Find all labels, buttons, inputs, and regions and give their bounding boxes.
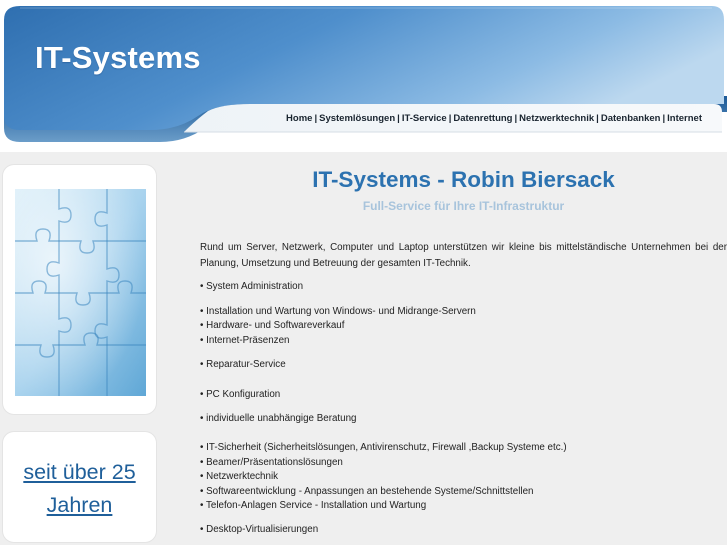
service-item: • System Administration — [200, 281, 304, 292]
site-header: IT-Systems Home | Systemlösungen | IT-Servic… — [0, 0, 727, 150]
nav-datenrettung[interactable]: Datenrettung — [453, 113, 512, 124]
service-item: • PC Konfiguration — [200, 389, 281, 400]
service-item: • Hardware- und Softwareverkauf — [200, 320, 345, 331]
puzzle-image — [15, 189, 146, 396]
service-item: • Telefon-Anlagen Service - Installation… — [200, 500, 427, 511]
site-title: IT-Systems — [35, 40, 201, 75]
service-item: • Netzwerktechnik — [200, 471, 279, 482]
service-item: • Beamer/Präsentationslösungen — [200, 457, 343, 468]
nav-it-service[interactable]: IT-Service — [402, 113, 447, 124]
page-subtitle: Full-Service für Ihre IT-Infrastruktur — [362, 199, 565, 213]
service-item: • individuelle unabhängige Beratung — [200, 413, 357, 424]
service-item: • Reparatur-Service — [200, 359, 286, 370]
nav-separator: | — [596, 113, 599, 124]
nav-internet[interactable]: Internet — [667, 113, 702, 124]
sidebar-years-box: seit über 25 Jahren — [3, 432, 156, 542]
service-item: • Desktop-Virtualisierungen — [200, 524, 319, 535]
sidebar-puzzle-box — [3, 165, 156, 414]
nav-separator: | — [397, 113, 400, 124]
service-item: • Installation und Wartung von Windows- … — [200, 306, 476, 317]
service-item: • Internet-Präsenzen — [200, 335, 290, 346]
main-navigation: Home | Systemlösungen | IT-Service | Datenrett… — [240, 113, 702, 124]
nav-netzwerktechnik[interactable]: Netzwerktechnik — [519, 113, 594, 124]
nav-datenbanken[interactable]: Datenbanken — [601, 113, 661, 124]
service-item: • Softwareentwicklung - Anpassungen an b… — [200, 486, 534, 497]
service-item: • IT-Sicherheit (Sicherheitslösungen, An… — [200, 442, 567, 453]
years-link[interactable]: seit über 25 Jahren — [3, 456, 156, 522]
page-title: IT-Systems - Robin Biersack — [312, 167, 615, 192]
nav-home[interactable]: Home — [286, 113, 312, 124]
intro-text: Rund um Server, Netzwerk, Computer und L… — [200, 242, 727, 269]
nav-systemloesungen[interactable]: Systemlösungen — [319, 113, 395, 124]
